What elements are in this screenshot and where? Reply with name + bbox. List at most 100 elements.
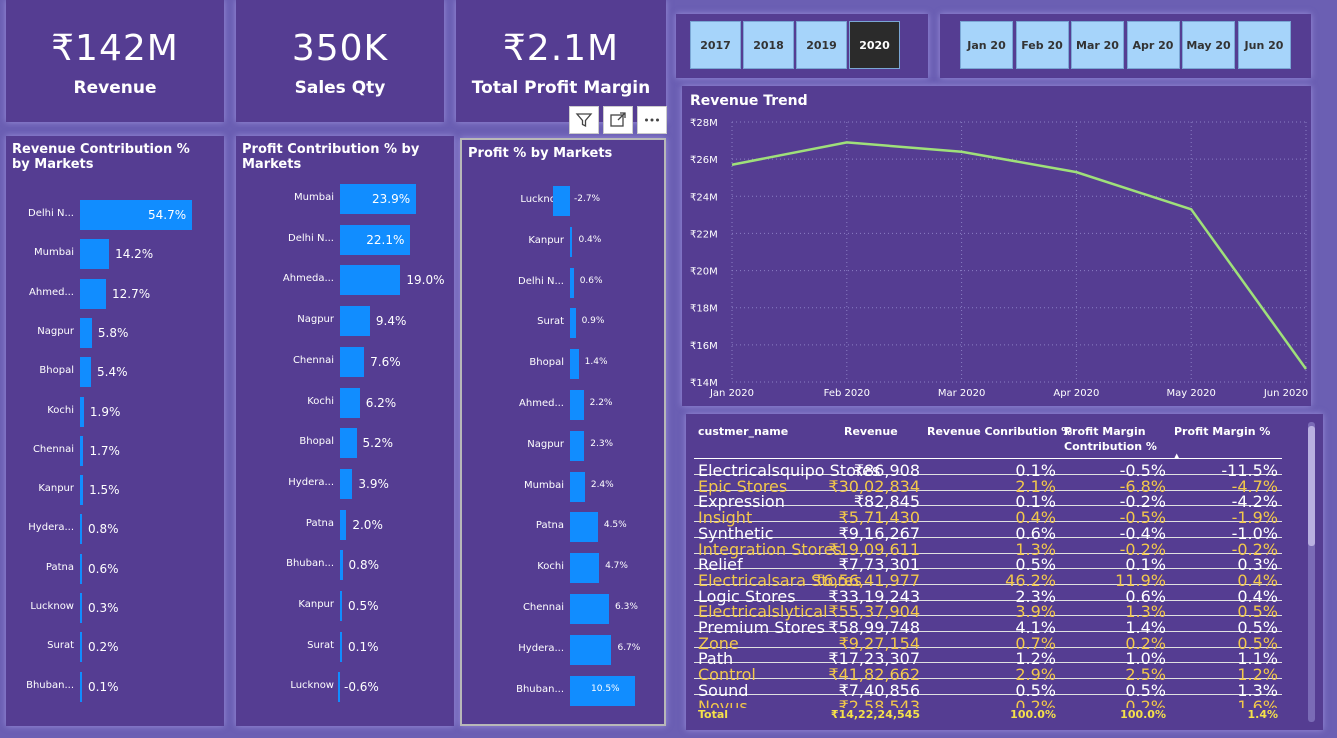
year-button-2017[interactable]: 2017 <box>690 21 741 69</box>
bar-row[interactable]: Kochi 4.7% <box>462 551 664 585</box>
bar[interactable] <box>80 632 82 663</box>
header-customer-name[interactable]: custmer_name <box>698 424 788 439</box>
bar[interactable] <box>340 631 342 662</box>
month-button-jan-20[interactable]: Jan 20 <box>960 21 1013 69</box>
bar[interactable] <box>80 671 82 702</box>
bar[interactable] <box>338 672 340 703</box>
filter-icon[interactable] <box>569 106 599 134</box>
month-button-mar-20[interactable]: Mar 20 <box>1071 21 1124 69</box>
bar-row[interactable]: Ahmed... 2.2% <box>462 388 664 422</box>
bar[interactable] <box>80 357 92 388</box>
table-row[interactable]: Zone ₹9,27,154 0.7% 0.2% 0.5% <box>694 633 1282 653</box>
year-button-2020[interactable]: 2020 <box>849 21 900 69</box>
month-button-may-20[interactable]: May 20 <box>1182 21 1235 69</box>
bar[interactable] <box>570 308 576 339</box>
more-options-icon[interactable] <box>637 106 667 134</box>
year-button-2019[interactable]: 2019 <box>796 21 847 69</box>
bar-row[interactable]: Surat 0.2% <box>6 630 224 664</box>
bar-row[interactable]: Mumbai 14.2% <box>6 237 224 271</box>
bar-row[interactable]: Lucknow 0.3% <box>6 591 224 625</box>
year-button-2018[interactable]: 2018 <box>743 21 794 69</box>
bar[interactable] <box>340 550 343 581</box>
bar-row[interactable]: Surat 0.9% <box>462 306 664 340</box>
table-row[interactable]: Logic Stores ₹33,19,243 2.3% 0.6% 0.4% <box>694 586 1282 606</box>
bar[interactable] <box>340 346 365 377</box>
bar[interactable] <box>570 430 585 461</box>
bar-row[interactable]: Nagpur 5.8% <box>6 316 224 350</box>
bar-row[interactable]: Delhi N... 54.7% <box>6 198 224 232</box>
table-row[interactable]: Path ₹17,23,307 1.2% 1.0% 1.1% <box>694 648 1282 668</box>
customer-table[interactable]: custmer_name Revenue Revenue Conribution… <box>686 414 1323 730</box>
bar[interactable] <box>80 475 84 506</box>
bar-row[interactable]: Bhuban... 0.8% <box>236 548 454 582</box>
bar-row[interactable]: Ahmeda... 19.0% <box>236 263 454 297</box>
bar[interactable] <box>570 594 609 624</box>
bar[interactable] <box>80 435 84 466</box>
bar-row[interactable]: Nagpur 9.4% <box>236 304 454 338</box>
bar-row[interactable]: Bhuban... 10.5% <box>462 674 664 708</box>
bar[interactable] <box>80 239 110 270</box>
table-row[interactable]: Novus ₹2,58,543 0.2% 0.2% 1.6% <box>694 696 1282 709</box>
bar[interactable] <box>340 509 347 540</box>
table-row[interactable]: Premium Stores ₹58,99,748 4.1% 1.4% 0.5% <box>694 617 1282 637</box>
table-row[interactable]: Epic Stores ₹30,02,834 2.1% -6.8% -4.7% <box>694 476 1282 496</box>
table-row[interactable]: Electricalsara Stores ₹6,56,41,977 46.2% 11… <box>694 570 1282 590</box>
bar-row[interactable]: Bhopal 5.2% <box>236 426 454 460</box>
bar[interactable] <box>570 634 612 665</box>
bar[interactable] <box>570 267 574 298</box>
bar-row[interactable]: Chennai 7.6% <box>236 345 454 379</box>
bar[interactable] <box>80 278 106 309</box>
month-button-feb-20[interactable]: Feb 20 <box>1015 21 1069 69</box>
bar-row[interactable]: Chennai 1.7% <box>6 434 224 468</box>
table-row[interactable]: Electricalslytical ₹55,37,904 3.9% 1.3% 0.5% <box>694 601 1282 621</box>
table-row[interactable]: Expression ₹82,845 0.1% -0.2% -4.2% <box>694 491 1282 511</box>
bar[interactable] <box>80 396 84 427</box>
bar[interactable] <box>570 471 585 502</box>
bar-row[interactable]: Patna 0.6% <box>6 552 224 586</box>
bar[interactable] <box>340 591 342 621</box>
bar-row[interactable]: Bhopal 5.4% <box>6 355 224 389</box>
bar[interactable] <box>80 317 92 348</box>
profit-pct-chart[interactable]: Profit % by Markets Lucknow -2.7% Kanpur 0.… <box>460 138 666 726</box>
bar-row[interactable]: Delhi N... 0.6% <box>462 266 664 300</box>
revenue-contribution-chart[interactable]: Revenue Contribution % by Markets Delhi … <box>6 136 224 726</box>
bar-row[interactable]: Kanpur 0.4% <box>462 225 664 259</box>
bar[interactable] <box>570 349 579 380</box>
bar[interactable] <box>340 265 401 296</box>
bar-row[interactable]: Patna 4.5% <box>462 510 664 544</box>
revenue-trend-chart[interactable]: Revenue Trend ₹28M ₹26M ₹24M ₹22M ₹20M ₹18M ₹1… <box>682 86 1311 406</box>
bar[interactable] <box>80 514 82 545</box>
bar-row[interactable]: Kanpur 0.5% <box>236 589 454 623</box>
bar-row[interactable]: Surat 0.1% <box>236 630 454 664</box>
bar-row[interactable]: Kochi 6.2% <box>236 386 454 420</box>
bar[interactable] <box>570 226 573 257</box>
bar[interactable] <box>570 390 584 420</box>
bar[interactable] <box>340 306 370 337</box>
bar[interactable] <box>80 553 82 584</box>
bar-row[interactable]: Mumbai 2.4% <box>462 470 664 504</box>
bar-row[interactable]: Mumbai 23.9% <box>236 182 454 216</box>
bar-row[interactable]: Bhuban... 0.1% <box>6 670 224 704</box>
bar[interactable] <box>340 468 353 499</box>
table-row[interactable]: Control ₹41,82,662 2.9% 2.5% 1.2% <box>694 664 1282 684</box>
bar[interactable] <box>340 428 357 459</box>
table-row[interactable]: Integration Stores ₹19,09,611 1.3% -0.2% -0.… <box>694 539 1282 559</box>
header-profit-margin-contribution[interactable]: Profit Margin Contribution % <box>1064 424 1164 454</box>
bar-row[interactable]: Kochi 1.9% <box>6 395 224 429</box>
bar-row[interactable]: Kanpur 1.5% <box>6 473 224 507</box>
bar-row[interactable]: Hydera... 0.8% <box>6 512 224 546</box>
bar-row[interactable]: Lucknow -2.7% <box>462 184 664 218</box>
table-row[interactable]: Synthetic ₹9,16,267 0.6% -0.4% -1.0% <box>694 523 1282 543</box>
table-scrollbar-thumb[interactable] <box>1308 426 1315 546</box>
bar-row[interactable]: Nagpur 2.3% <box>462 429 664 463</box>
month-button-jun-20[interactable]: Jun 20 <box>1237 21 1291 69</box>
bar-row[interactable]: Patna 2.0% <box>236 508 454 542</box>
bar[interactable] <box>80 593 82 623</box>
bar-row[interactable]: Chennai 6.3% <box>462 592 664 626</box>
bar-row[interactable]: Bhopal 1.4% <box>462 347 664 381</box>
table-row[interactable]: Sound ₹7,40,856 0.5% 0.5% 1.3% <box>694 680 1282 700</box>
focus-mode-icon[interactable] <box>603 106 633 134</box>
header-revenue[interactable]: Revenue <box>844 424 898 439</box>
bar[interactable] <box>570 512 598 543</box>
bar[interactable] <box>553 186 570 216</box>
